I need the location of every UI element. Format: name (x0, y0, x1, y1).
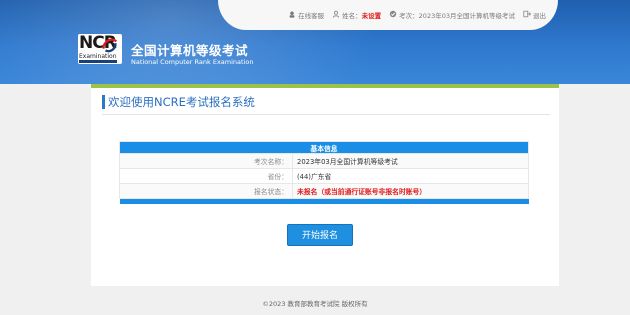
header-banner: 在线客服 姓名： 未设置 考次： 2023年03月全国计算机等级考试 退出 NC… (0, 0, 630, 84)
logo-bar (79, 60, 117, 63)
basic-info-table: 基本信息 考次名称： 2023年03月全国计算机等级考试 省份： (44)广东省… (119, 141, 529, 204)
footer-copyright: ©2023 教育部教育考试院 版权所有 (262, 300, 368, 308)
online-help-link[interactable]: 在线客服 (288, 10, 324, 20)
user-name-info: 姓名： 未设置 (332, 10, 381, 20)
page-title: 欢迎使用NCRE考试报名系统 (102, 95, 255, 109)
province-label: 省份： (119, 168, 293, 184)
site-subtitle: National Computer Rank Examination (131, 58, 254, 66)
province-value: (44)广东省 (292, 168, 529, 184)
headset-icon (288, 10, 296, 20)
table-row: 省份： (44)广东省 (119, 168, 529, 184)
table-footer-bar (119, 198, 529, 204)
status-label: 报名状态： (119, 183, 293, 199)
ncre-logo: NCR Examination (78, 34, 122, 64)
logout-icon (523, 10, 532, 20)
exam-info: 考次： 2023年03月全国计算机等级考试 (389, 10, 515, 20)
logout-label: 退出 (533, 12, 546, 20)
logout-link[interactable]: 退出 (523, 10, 546, 20)
exam-value: 2023年03月全国计算机等级考试 (418, 12, 515, 20)
logo-subtext: Examination (79, 53, 117, 60)
divider (102, 114, 550, 115)
status-value: 未报名（或当前通行证账号非报名时账号） (292, 183, 529, 199)
exam-name-value: 2023年03月全国计算机等级考试 (292, 153, 529, 169)
user-icon (332, 10, 340, 20)
table-row: 报名状态： 未报名（或当前通行证账号非报名时账号） (119, 183, 529, 199)
logo-swirl-icon (102, 38, 118, 53)
name-label: 姓名： (342, 12, 362, 20)
start-registration-button[interactable]: 开始报名 (287, 224, 353, 246)
name-value: 未设置 (361, 12, 382, 20)
main-panel: 欢迎使用NCRE考试报名系统 基本信息 考次名称： 2023年03月全国计算机等… (91, 84, 559, 286)
exam-label: 考次： (399, 12, 419, 20)
online-help-label: 在线客服 (298, 12, 325, 20)
user-topbar: 在线客服 姓名： 未设置 考次： 2023年03月全国计算机等级考试 退出 (218, 0, 558, 30)
exam-name-label: 考次名称： (119, 153, 293, 169)
table-row: 考次名称： 2023年03月全国计算机等级考试 (119, 153, 529, 169)
exam-icon (389, 10, 397, 20)
table-title: 基本信息 (119, 141, 529, 154)
site-title: 全国计算机等级考试 (131, 43, 249, 58)
